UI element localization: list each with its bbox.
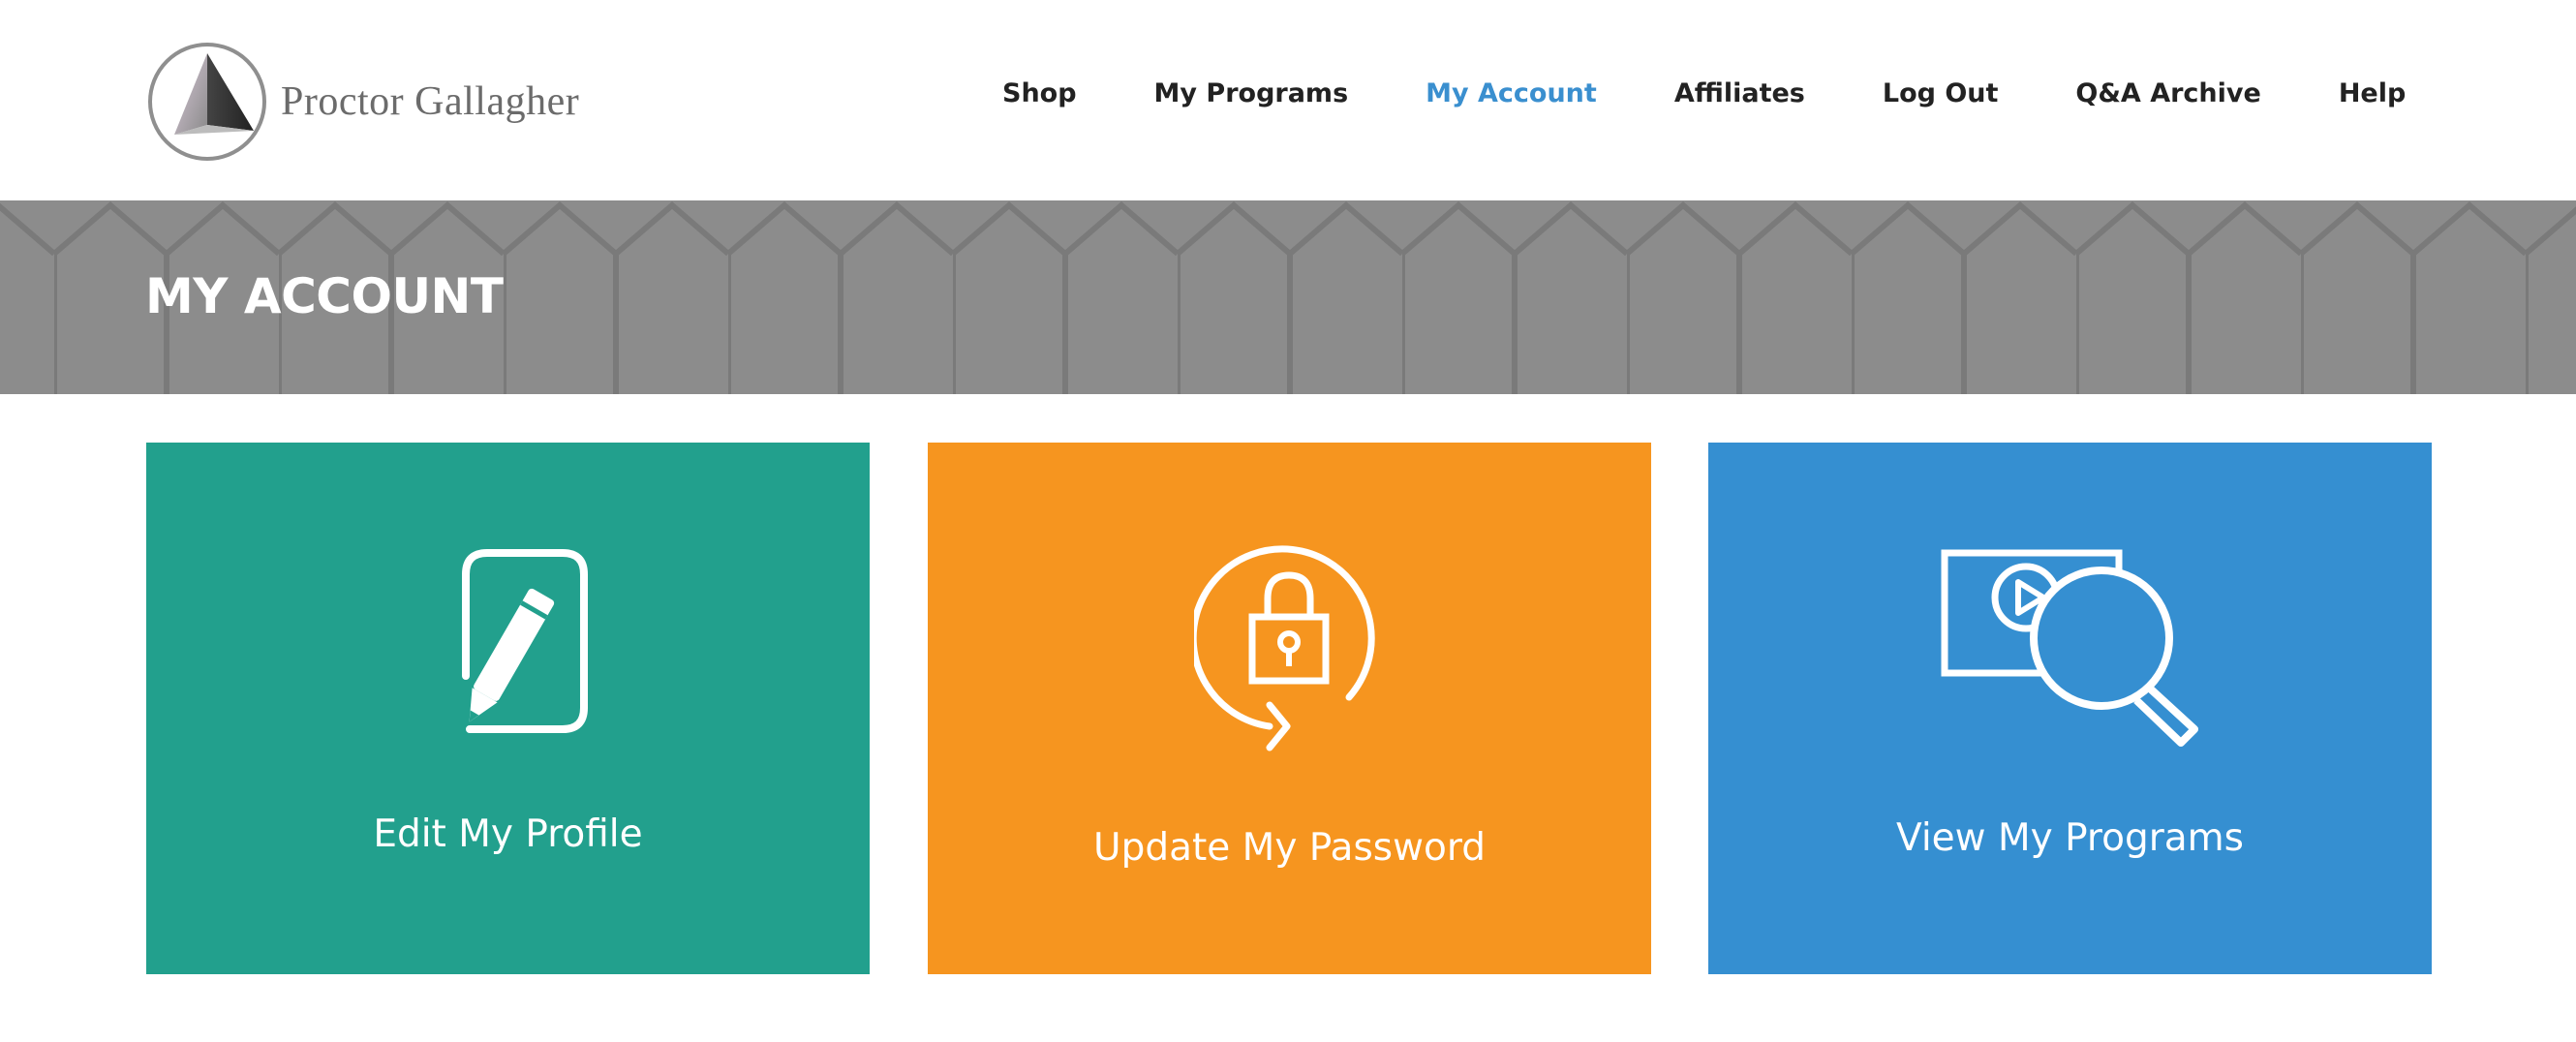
main-nav: Shop My Programs My Account Affiliates L… bbox=[1002, 70, 2406, 118]
nav-item-affiliates[interactable]: Affiliates bbox=[1674, 70, 1805, 118]
tile-label-view-programs: View My Programs bbox=[1896, 816, 2244, 860]
nav-item-help[interactable]: Help bbox=[2339, 70, 2407, 118]
nav-item-shop[interactable]: Shop bbox=[1002, 70, 1077, 118]
lock-refresh-icon bbox=[1194, 545, 1375, 751]
nav-item-qa-archive[interactable]: Q&A Archive bbox=[2075, 70, 2260, 118]
site-header: Proctor Gallagher Shop My Programs My Ac… bbox=[0, 0, 2576, 200]
nav-item-my-programs[interactable]: My Programs bbox=[1154, 70, 1349, 118]
brand-logo[interactable]: Proctor Gallagher bbox=[145, 39, 579, 165]
brand-name: Proctor Gallagher bbox=[281, 79, 580, 124]
video-search-icon bbox=[1941, 549, 2198, 747]
tile-label-edit-profile: Edit My Profile bbox=[373, 812, 643, 856]
nav-item-my-account[interactable]: My Account bbox=[1426, 70, 1597, 118]
update-password-tile[interactable]: Update My Password bbox=[928, 443, 1651, 974]
page-banner: MY ACCOUNT bbox=[0, 200, 2576, 394]
tile-label-update-password: Update My Password bbox=[1093, 826, 1486, 870]
triangle-logo-icon bbox=[148, 43, 266, 161]
page-title: MY ACCOUNT bbox=[145, 268, 504, 324]
nav-item-log-out[interactable]: Log Out bbox=[1883, 70, 1999, 118]
edit-pencil-icon bbox=[462, 549, 588, 733]
edit-profile-tile[interactable]: Edit My Profile bbox=[146, 443, 870, 974]
view-programs-tile[interactable]: View My Programs bbox=[1708, 443, 2432, 974]
